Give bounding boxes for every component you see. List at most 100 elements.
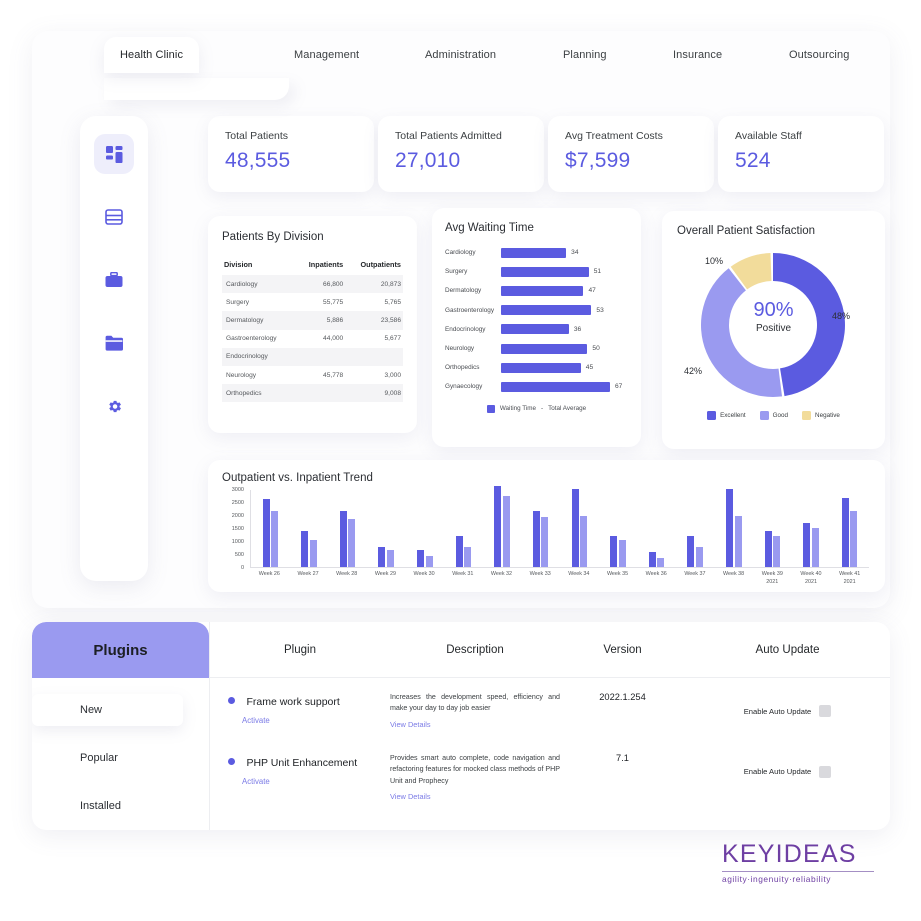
- sidebar-item-dashboard[interactable]: [94, 134, 134, 174]
- trend-bar-group: [262, 490, 279, 567]
- x-axis-label: Week 26: [258, 571, 280, 577]
- view-details-link[interactable]: View Details: [390, 792, 560, 801]
- briefcase-icon: [105, 272, 123, 288]
- waiting-time-row: Orthopedics 45: [445, 358, 628, 377]
- waiting-time-category: Dermatology: [445, 287, 482, 295]
- x-axis-label: Week 35: [606, 571, 629, 577]
- cell-inpatients: 44,000: [323, 335, 344, 343]
- trend-bar-inpatient: [811, 527, 819, 567]
- trend-bar-outpatient: [455, 536, 463, 567]
- table-row: Cardiology 66,800 20,873: [222, 275, 403, 294]
- cell-inpatients: [295, 384, 345, 402]
- kpi-card-available-staff: Available Staff 524: [718, 116, 884, 192]
- y-axis-tick: 1500: [231, 526, 244, 532]
- trend-bar-outpatient: [378, 546, 386, 567]
- cell-inpatients: 45,778: [323, 371, 344, 379]
- cell-division: Neurology: [226, 371, 257, 379]
- waiting-time-bar: [501, 305, 592, 316]
- plugin-description-cell: Increases the development speed, efficie…: [390, 692, 560, 729]
- trend-bar-group: [841, 490, 858, 567]
- table-row: Neurology 45,778 3,000: [222, 366, 403, 384]
- waiting-time-category: Gynaecology: [445, 383, 483, 391]
- plugins-card: Plugins New Popular Installed Plugin Des…: [32, 622, 890, 830]
- trend-bar-inpatient: [541, 517, 549, 567]
- list-table-icon: [105, 209, 123, 225]
- trend-bar-outpatient: [841, 498, 849, 567]
- folder-icon: [105, 335, 123, 351]
- nav-tab-administration[interactable]: Administration: [425, 49, 496, 61]
- legend-label-good: Good: [772, 412, 789, 419]
- plugins-table: Plugin Description Version Auto Update F…: [210, 622, 890, 830]
- logo-divider: [722, 871, 874, 872]
- status-dot-icon: [228, 758, 235, 766]
- auto-update-toggle[interactable]: [819, 765, 832, 778]
- patients-by-division-panel: Patients By Division Division Inpatients…: [208, 216, 417, 433]
- x-axis-label: Week 28: [336, 571, 358, 577]
- nav-tab-health-clinic[interactable]: Health Clinic: [104, 37, 200, 73]
- legend-label-waiting-time: Waiting Time: [499, 405, 536, 412]
- plugin-name-cell: PHP Unit Enhancement Activate: [210, 753, 390, 801]
- legend-item-negative: Negative: [802, 411, 840, 420]
- cell-division: Cardiology: [226, 280, 258, 288]
- plugins-nav-popular[interactable]: Popular: [32, 742, 209, 774]
- trend-bar-inpatient: [850, 511, 858, 567]
- trend-bar-group: [803, 490, 819, 567]
- cell-inpatients: 55,775: [323, 298, 344, 306]
- status-dot-icon: [228, 697, 235, 705]
- waiting-time-bars: Cardiology 34 Surgery 51 Dermatology 47 Gastro…: [445, 243, 628, 397]
- cell-outpatients: 23,586: [380, 316, 401, 324]
- dashboard-page: Health Clinic Management Administration …: [0, 0, 921, 921]
- waiting-time-bar: [501, 247, 567, 258]
- kpi-label: Available Staff: [735, 130, 802, 142]
- trend-bar-outpatient: [610, 535, 618, 567]
- icon-sidebar: [80, 116, 148, 581]
- nav-tab-insurance[interactable]: Insurance: [673, 49, 722, 61]
- trend-x-axis: Week 26 Week 27 Week 28 Week 29 Week 30 Week …: [250, 570, 869, 587]
- waiting-time-category: Gastroenterology: [445, 306, 495, 314]
- trend-bar-inpatient: [502, 495, 510, 567]
- cell-division: Surgery: [226, 298, 250, 306]
- overall-patient-satisfaction-panel: Overall Patient Satisfaction 90% Positiv…: [662, 211, 885, 449]
- sidebar-item-briefcase[interactable]: [94, 260, 134, 300]
- waiting-time-value: 45: [585, 364, 594, 372]
- cell-division: Dermatology: [226, 316, 264, 324]
- activate-link[interactable]: Activate: [242, 716, 390, 725]
- waiting-time-bar: [501, 362, 581, 373]
- activate-link[interactable]: Activate: [242, 777, 390, 786]
- view-details-link[interactable]: View Details: [390, 720, 560, 729]
- trend-bar-group: [455, 490, 472, 567]
- cell-division: Orthopedics: [226, 389, 262, 397]
- cell-division: Gastroenterology: [226, 335, 277, 343]
- division-table: Division Inpatients Outpatients Cardiolo…: [222, 257, 403, 403]
- nav-tab-outsourcing[interactable]: Outsourcing: [789, 49, 849, 61]
- trend-bar-outpatient: [803, 522, 811, 567]
- donut-label-excellent: 48%: [832, 311, 851, 321]
- plugins-nav-new[interactable]: New: [32, 694, 183, 726]
- waiting-time-bar: [501, 324, 569, 335]
- trend-bar-inpatient: [271, 511, 279, 567]
- plugins-nav-installed[interactable]: Installed: [32, 790, 209, 822]
- cell-outpatients: 5,677: [384, 335, 401, 343]
- trend-bar-inpatient: [425, 556, 433, 567]
- trend-bar-outpatient: [648, 552, 656, 567]
- plugin-row: PHP Unit Enhancement Activate Provides s…: [210, 739, 890, 811]
- auto-update-toggle[interactable]: [819, 705, 832, 717]
- column-header-outpatients: Outpatients: [360, 260, 401, 269]
- nav-tab-management[interactable]: Management: [294, 49, 359, 61]
- kpi-card-avg-treatment-costs: Avg Treatment Costs $7,599: [548, 116, 714, 192]
- plugins-sidebar: Plugins New Popular Installed: [32, 622, 210, 830]
- nav-tab-planning[interactable]: Planning: [563, 49, 607, 61]
- sidebar-item-settings[interactable]: [94, 386, 134, 426]
- plugin-name-cell: Frame work support Activate: [210, 692, 390, 729]
- sidebar-item-list[interactable]: [94, 197, 134, 237]
- donut-label-negative: 10%: [705, 256, 724, 266]
- panel-title: Overall Patient Satisfaction: [677, 225, 816, 237]
- panel-title: Avg Waiting Time: [445, 222, 534, 234]
- trend-bar-inpatient: [386, 550, 394, 567]
- waiting-time-bar: [501, 343, 588, 354]
- column-header-auto-update: Auto Update: [755, 643, 820, 656]
- legend-swatch-excellent: [707, 411, 717, 420]
- trend-bar-group: [494, 485, 510, 567]
- y-axis-tick: 1000: [231, 539, 244, 545]
- sidebar-item-folder[interactable]: [94, 323, 134, 363]
